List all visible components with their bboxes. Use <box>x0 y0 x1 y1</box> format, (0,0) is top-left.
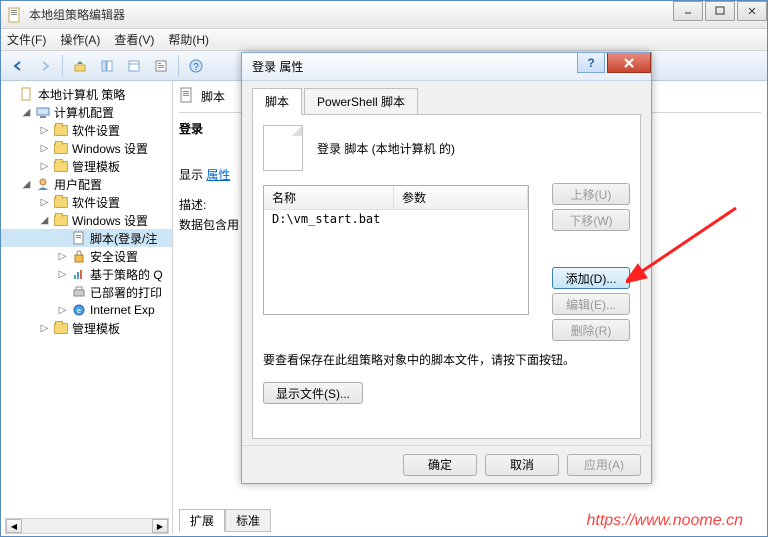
printer-icon <box>71 284 87 300</box>
script-name: D:\vm_start.bat <box>264 210 388 228</box>
tree-printers[interactable]: 已部署的打印 <box>1 283 172 301</box>
script-row[interactable]: D:\vm_start.bat <box>264 210 528 228</box>
dialog-note: 要查看保存在此组策略对象中的脚本文件，请按下面按钮。 <box>263 351 630 368</box>
tree-security[interactable]: ▷安全设置 <box>1 247 172 265</box>
watermark: https://www.noome.cn <box>586 512 743 530</box>
dialog-footer: 确定 取消 应用(A) <box>242 445 651 483</box>
up-button[interactable] <box>67 54 93 78</box>
col-name[interactable]: 名称 <box>264 186 394 209</box>
detail-title: 脚本 <box>201 88 225 105</box>
user-icon <box>35 176 51 192</box>
app-icon <box>7 7 23 23</box>
dialog-title: 登录 属性 <box>252 58 303 75</box>
svg-text:e: e <box>77 308 81 315</box>
edit-button[interactable]: 编辑(E)... <box>552 293 630 315</box>
menu-help[interactable]: 帮助(H) <box>168 31 209 48</box>
tree-user-windows[interactable]: ◢Windows 设置 <box>1 211 172 229</box>
tree-user-templates[interactable]: ▷管理模板 <box>1 319 172 337</box>
properties-button[interactable] <box>148 54 174 78</box>
bottom-tabs: 扩展 标准 <box>179 509 271 532</box>
tree-computer[interactable]: ◢计算机配置 <box>1 103 172 121</box>
dialog-body: 脚本 PowerShell 脚本 登录 脚本 (本地计算机 的) 名称 参数 D… <box>242 81 651 445</box>
cancel-button[interactable]: 取消 <box>485 454 559 476</box>
show-files-button[interactable]: 显示文件(S)... <box>263 382 363 404</box>
ie-icon: e <box>71 302 87 318</box>
menubar: 文件(F) 操作(A) 查看(V) 帮助(H) <box>1 29 767 51</box>
maximize-button[interactable] <box>705 1 735 21</box>
apply-button[interactable]: 应用(A) <box>567 454 641 476</box>
tree-user[interactable]: ◢用户配置 <box>1 175 172 193</box>
tree-qos[interactable]: ▷基于策略的 Q <box>1 265 172 283</box>
tree-user-software[interactable]: ▷软件设置 <box>1 193 172 211</box>
tab-script[interactable]: 脚本 <box>252 88 302 115</box>
help-button[interactable]: ? <box>183 54 209 78</box>
add-button[interactable]: 添加(D)... <box>552 267 630 289</box>
dialog-help-button[interactable]: ? <box>577 53 605 73</box>
tree-ie[interactable]: ▷eInternet Exp <box>1 301 172 319</box>
script-list[interactable]: 名称 参数 D:\vm_start.bat <box>263 185 529 315</box>
tab-extended[interactable]: 扩展 <box>179 509 225 532</box>
desc-label: 描述: <box>179 198 206 212</box>
tab-powershell[interactable]: PowerShell 脚本 <box>304 88 418 115</box>
script-icon <box>71 230 87 246</box>
minimize-button[interactable] <box>673 1 703 21</box>
move-up-button[interactable]: 上移(U) <box>552 183 630 205</box>
move-down-button[interactable]: 下移(W) <box>552 209 630 231</box>
policy-icon <box>19 86 35 102</box>
delete-button[interactable]: 删除(R) <box>552 319 630 341</box>
tree-scrollbar[interactable]: ◀ ▶ <box>5 518 169 534</box>
view1-button[interactable] <box>94 54 120 78</box>
ok-button[interactable]: 确定 <box>403 454 477 476</box>
dialog-panel: 登录 脚本 (本地计算机 的) 名称 参数 D:\vm_start.bat 上移… <box>252 115 641 439</box>
tree-comp-templates[interactable]: ▷管理模板 <box>1 157 172 175</box>
document-icon <box>263 125 303 171</box>
view2-button[interactable] <box>121 54 147 78</box>
tree-root[interactable]: 本地计算机 策略 <box>1 85 172 103</box>
tree-comp-software[interactable]: ▷软件设置 <box>1 121 172 139</box>
forward-button[interactable] <box>32 54 58 78</box>
desc-text: 数据包含用 <box>179 218 239 232</box>
scroll-left[interactable]: ◀ <box>6 519 22 533</box>
dialog-tabs: 脚本 PowerShell 脚本 <box>252 87 641 115</box>
tree-scripts[interactable]: 脚本(登录/注 <box>1 229 172 247</box>
computer-icon <box>35 104 51 120</box>
dialog-titlebar: 登录 属性 ? <box>242 53 651 81</box>
titlebar: 本地组策略编辑器 <box>1 1 767 29</box>
svg-text:?: ? <box>193 62 199 73</box>
dialog-close-button[interactable] <box>607 53 651 73</box>
scroll-right[interactable]: ▶ <box>152 519 168 533</box>
tree-pane: 本地计算机 策略 ◢计算机配置 ▷软件设置 ▷Windows 设置 ▷管理模板 … <box>1 81 173 534</box>
script-icon <box>179 87 195 106</box>
show-label: 显示 <box>179 168 203 182</box>
col-params[interactable]: 参数 <box>394 186 528 209</box>
properties-link[interactable]: 属性 <box>206 168 230 182</box>
window-controls <box>671 1 767 21</box>
close-button[interactable] <box>737 1 767 21</box>
tree-comp-windows[interactable]: ▷Windows 设置 <box>1 139 172 157</box>
chart-icon <box>71 266 87 282</box>
menu-view[interactable]: 查看(V) <box>114 31 154 48</box>
menu-file[interactable]: 文件(F) <box>7 31 46 48</box>
back-button[interactable] <box>5 54 31 78</box>
menu-action[interactable]: 操作(A) <box>60 31 100 48</box>
panel-header: 登录 脚本 (本地计算机 的) <box>317 140 455 157</box>
tab-standard[interactable]: 标准 <box>225 509 271 532</box>
lock-icon <box>71 248 87 264</box>
login-properties-dialog: 登录 属性 ? 脚本 PowerShell 脚本 登录 脚本 (本地计算机 的)… <box>241 52 652 484</box>
window-title: 本地组策略编辑器 <box>29 6 125 23</box>
